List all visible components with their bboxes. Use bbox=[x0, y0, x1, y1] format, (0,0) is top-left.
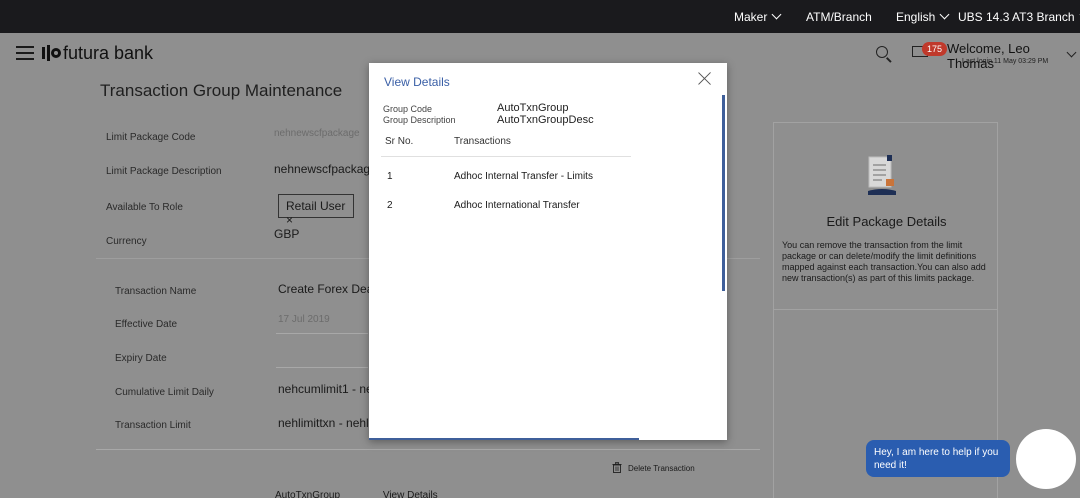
limit-package-desc-label: Limit Package Description bbox=[106, 166, 222, 177]
chatbot-avatar[interactable] bbox=[1016, 429, 1076, 489]
expiry-date-field[interactable] bbox=[276, 367, 368, 368]
table-row-2-sr: 2 bbox=[387, 200, 393, 211]
transaction-limit-label: Transaction Limit bbox=[115, 420, 191, 431]
sr-no-header: Sr No. bbox=[385, 136, 414, 147]
document-edit-icon bbox=[868, 155, 896, 195]
brand-name[interactable]: futura bank bbox=[63, 43, 153, 64]
top-bar: Maker ATM/Branch English UBS 14.3 AT3 Br… bbox=[0, 0, 1080, 33]
limit-package-desc-value: nehnewscfpackage bbox=[274, 162, 377, 176]
group-desc-label: Group Description bbox=[383, 115, 456, 125]
transaction-limit-value: nehlimittxn - nehlim bbox=[278, 416, 382, 430]
chat-bubble[interactable]: Hey, I am here to help if you need it! bbox=[866, 440, 1010, 477]
trash-icon bbox=[612, 462, 622, 473]
modal-title: View Details bbox=[384, 75, 450, 89]
cumulative-limit-value: nehcumlimit1 - neh bbox=[278, 382, 380, 396]
side-card-title: Edit Package Details bbox=[826, 214, 947, 229]
delete-transaction-label: Delete Transaction bbox=[628, 464, 695, 473]
effective-date-label: Effective Date bbox=[115, 319, 178, 330]
brand-logo-icon bbox=[42, 45, 61, 61]
cumulative-limit-label: Cumulative Limit Daily bbox=[115, 387, 214, 398]
limit-package-code-label: Limit Package Code bbox=[106, 132, 196, 143]
bottom-group-row: AutoTxnGroup View Details bbox=[275, 490, 438, 498]
language-label: English bbox=[896, 10, 936, 24]
view-details-modal: View Details Group Code AutoTxnGroup Gro… bbox=[369, 63, 727, 440]
table-row-1-sr: 1 bbox=[387, 171, 393, 182]
side-card-description: You can remove the transaction from the … bbox=[782, 240, 986, 283]
transactions-header: Transactions bbox=[454, 136, 511, 147]
close-icon[interactable] bbox=[697, 70, 713, 86]
notification-badge[interactable]: 175 bbox=[922, 42, 948, 56]
edit-package-card: Edit Package Details You can remove the … bbox=[773, 122, 998, 310]
table-row-2-transaction: Adhoc International Transfer bbox=[454, 200, 580, 211]
branch-menu[interactable]: UBS 14.3 AT3 Branch bbox=[958, 9, 1080, 24]
modal-horizontal-scrollbar[interactable] bbox=[369, 438, 639, 440]
effective-date-value: 17 Jul 2019 bbox=[278, 314, 330, 325]
role-menu[interactable]: Maker bbox=[734, 9, 782, 24]
transaction-name-value: Create Forex Deal bbox=[278, 282, 377, 296]
limit-package-code-value: nehnewscfpackage bbox=[274, 128, 360, 139]
group-desc-value: AutoTxnGroupDesc bbox=[497, 114, 594, 126]
chevron-down-icon bbox=[939, 9, 950, 20]
table-row-1-transaction: Adhoc Internal Transfer - Limits bbox=[454, 171, 593, 182]
search-icon[interactable] bbox=[876, 46, 888, 58]
role-chip[interactable]: Retail User × bbox=[278, 194, 354, 227]
effective-date-underline bbox=[276, 333, 368, 334]
expiry-date-label: Expiry Date bbox=[115, 353, 167, 364]
group-code-label: Group Code bbox=[383, 104, 433, 114]
transaction-name-label: Transaction Name bbox=[115, 286, 197, 297]
bottom-group-name: AutoTxnGroup bbox=[275, 490, 341, 498]
page-title: Transaction Group Maintenance bbox=[100, 81, 343, 100]
available-role-label: Available To Role bbox=[106, 202, 183, 213]
branch-label: UBS 14.3 AT3 Branch bbox=[958, 10, 1075, 24]
section-divider bbox=[96, 449, 760, 450]
menu-icon[interactable] bbox=[16, 46, 34, 60]
delete-transaction-button[interactable]: Delete Transaction bbox=[612, 462, 695, 473]
chevron-down-icon bbox=[771, 9, 782, 20]
currency-value: GBP bbox=[274, 227, 300, 241]
modal-scrollbar[interactable] bbox=[722, 95, 725, 291]
currency-label: Currency bbox=[106, 236, 147, 247]
welcome-text[interactable]: Welcome, Leo Thomas bbox=[947, 41, 1080, 71]
role-label: Maker bbox=[734, 10, 768, 24]
bottom-view-details-link[interactable]: View Details bbox=[383, 490, 438, 498]
group-code-value: AutoTxnGroup bbox=[497, 102, 569, 114]
last-login: Last login 11 May 03:29 PM bbox=[962, 58, 1049, 65]
language-menu[interactable]: English bbox=[896, 9, 950, 24]
table-header-divider bbox=[381, 156, 631, 157]
atm-branch-link[interactable]: ATM/Branch bbox=[806, 10, 872, 24]
